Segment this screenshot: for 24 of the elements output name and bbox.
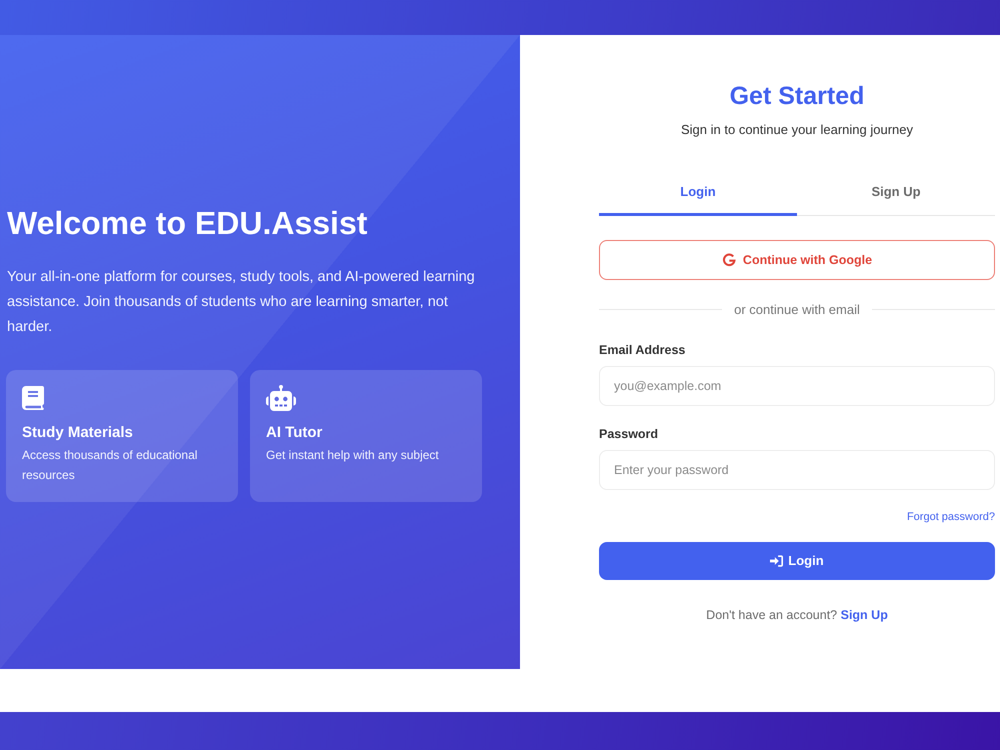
- feature-description: Access thousands of educational resources: [22, 446, 198, 484]
- google-icon: [722, 252, 736, 266]
- divider-text: or continue with email: [734, 300, 860, 318]
- input-field[interactable]: you@example.com: [599, 366, 995, 406]
- field-label: Email Address: [599, 342, 686, 358]
- tab[interactable]: Sign Up: [797, 170, 995, 216]
- field-label: Password: [599, 426, 660, 442]
- feature-title: Study Materials: [22, 422, 134, 442]
- sign-in-icon: [770, 554, 784, 566]
- hero-title: Welcome to EDU.Assist: [7, 204, 368, 242]
- login-button[interactable]: Login: [599, 542, 995, 580]
- tab[interactable]: Login: [599, 170, 797, 216]
- google-button[interactable]: Continue with Google: [599, 240, 995, 280]
- hero-description: Your all-in-one platform for courses, study tools, and AI-powered learning assistance. Join thousands of students who are learning smarter, not harder.: [7, 268, 476, 336]
- feature-title: AI Tutor: [266, 422, 324, 442]
- signup-link[interactable]: Sign Up: [840, 608, 888, 622]
- forgot-password-link[interactable]: Forgot password?: [906, 508, 995, 526]
- form-title: Get Started: [728, 80, 866, 112]
- robot-icon: [265, 384, 297, 410]
- form-subtitle: Sign in to continue your learning journey: [680, 120, 914, 139]
- input-field[interactable]: Enter your password: [599, 450, 995, 490]
- book-icon: [22, 386, 44, 410]
- feature-description: Get instant help with any subject: [266, 446, 440, 464]
- signup-prompt: Don't have an account? Sign Up: [705, 606, 889, 624]
